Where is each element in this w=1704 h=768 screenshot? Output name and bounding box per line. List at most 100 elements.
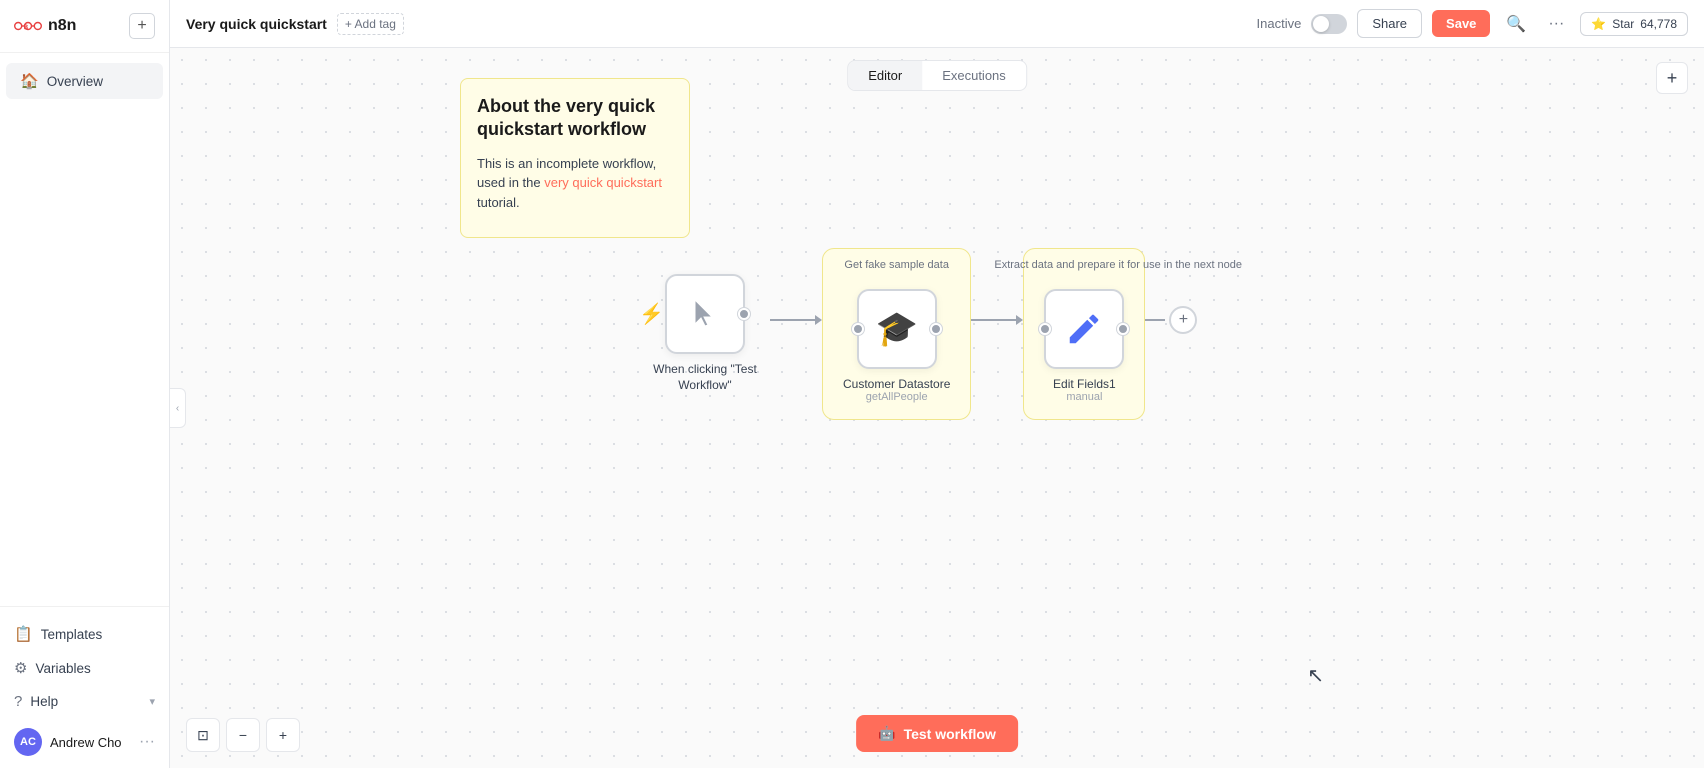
cursor-icon [687,296,723,332]
customer-datastore-node[interactable]: 🎓 [857,289,937,369]
topbar-right: Inactive Share Save 🔍 ··· ⭐ Star 64,778 [1257,9,1688,38]
sidebar-item-variables-label: Variables [35,661,90,676]
connector-arrow-1 [815,315,822,325]
add-tag-button[interactable]: + Add tag [337,13,404,35]
logo-text: n8n [48,17,76,35]
node-group-1-label: Get fake sample data [844,259,949,271]
edit-fields1-sublabel: manual [1066,391,1102,403]
lightning-icon: ⚡ [639,302,664,327]
edit-fields1-node[interactable] [1044,289,1124,369]
github-star-button[interactable]: ⭐ Star 64,778 [1580,12,1688,36]
user-more-button[interactable]: ··· [139,733,155,751]
help-chevron-icon: ▾ [149,695,155,708]
zoom-in-button[interactable]: + [266,718,300,752]
overview-icon: 🏠 [20,72,39,90]
search-button[interactable]: 🔍 [1500,10,1532,38]
trigger-node[interactable]: ⚡ [665,274,745,354]
tab-bar: Editor Executions [847,60,1027,91]
bottom-toolbar: ⊡ − + [186,718,300,752]
topbar-left: Very quick quickstart + Add tag [186,13,404,35]
sidebar-item-help[interactable]: ? Help ▾ [14,685,155,718]
connector-line-1 [770,319,815,321]
variables-icon: ⚙ [14,659,27,677]
active-toggle[interactable] [1311,14,1347,34]
sidebar-item-help-label: Help [30,694,58,709]
test-workflow-label: Test workflow [904,726,996,742]
connector-3: + [1145,306,1197,334]
workflow-nodes: ⚡ When clicking "Test Workflow" Get fake… [640,248,1197,420]
sidebar: 8 n8n + 🏠 Overview 📋 Templates ⚙ Variabl… [0,0,170,768]
add-end-node-button[interactable]: + [1169,306,1197,334]
main-area: Very quick quickstart + Add tag Inactive… [170,0,1704,768]
github-icon: ⭐ [1591,17,1606,31]
workflow-title: Very quick quickstart [186,16,327,32]
zoom-out-icon: − [239,727,247,743]
cursor-indicator: ↖ [1307,663,1324,688]
node-group-2-label: Extract data and prepare it for use in t… [994,259,1174,271]
connector-line-3 [1145,319,1165,321]
connector-1 [770,315,822,325]
collapse-sidebar-button[interactable]: ‹ [170,388,186,428]
info-card: About the very quick quickstart workflow… [460,78,690,238]
sidebar-item-overview-label: Overview [47,74,103,89]
trigger-node-label: When clicking "Test Workflow" [640,362,770,393]
github-star-label: Star [1612,17,1634,31]
info-card-body-suffix: tutorial. [477,195,520,210]
workflow-canvas[interactable]: Editor Executions + ‹ About the very qui… [170,48,1704,768]
zoom-out-button[interactable]: − [226,718,260,752]
user-info: AC Andrew Cho [14,728,122,756]
sidebar-nav: 🏠 Overview [0,53,169,606]
customer-datastore-input-dot [852,323,864,335]
test-workflow-button[interactable]: 🤖 Test workflow [856,715,1018,752]
save-button[interactable]: Save [1432,10,1490,37]
trigger-node-output-dot [738,308,750,320]
sidebar-footer: 📋 Templates ⚙ Variables ? Help ▾ AC Andr… [0,606,169,768]
test-workflow-icon: 🤖 [878,725,895,742]
share-button[interactable]: Share [1357,9,1422,38]
info-card-title: About the very quick quickstart workflow [477,95,673,142]
info-card-wrapper: About the very quick quickstart workflow… [460,78,750,238]
user-name: Andrew Cho [50,735,122,750]
user-avatar: AC [14,728,42,756]
customer-datastore-node-wrapper: 🎓 Customer Datastore getAllPeople [843,289,950,403]
add-node-corner-button[interactable]: + [1656,62,1688,94]
help-icon: ? [14,693,22,710]
node-group-1: Get fake sample data 🎓 Customer Datastor… [822,248,971,420]
info-card-body: This is an incomplete workflow, used in … [477,154,673,213]
edit-fields-node-wrapper: Edit Fields1 manual [1044,289,1124,403]
edit-fields1-label: Edit Fields1 [1053,377,1116,391]
edit-fields1-output-dot [1117,323,1129,335]
pencil-icon [1065,310,1103,348]
info-card-link[interactable]: very quick quickstart [544,175,662,190]
customer-datastore-output-dot [930,323,942,335]
zoom-in-icon: + [279,727,287,743]
sidebar-item-overview[interactable]: 🏠 Overview [6,63,163,99]
fit-view-button[interactable]: ⊡ [186,718,220,752]
sidebar-add-button[interactable]: + [129,13,155,39]
inactive-label: Inactive [1257,16,1302,31]
sidebar-header: 8 n8n + [0,0,169,53]
connector-arrow-2 [1016,315,1023,325]
node-group-2: Extract data and prepare it for use in t… [1023,248,1145,420]
edit-fields1-input-dot [1039,323,1051,335]
tab-editor[interactable]: Editor [848,61,922,90]
customer-datastore-label: Customer Datastore [843,377,950,391]
sidebar-item-templates-label: Templates [41,627,103,642]
connector-2 [971,315,1023,325]
topbar: Very quick quickstart + Add tag Inactive… [170,0,1704,48]
n8n-logo-icon: 8 [14,12,42,40]
github-star-count: 64,778 [1640,17,1677,31]
trigger-node-wrapper: ⚡ When clicking "Test Workflow" [640,274,770,393]
logo: 8 n8n [14,12,76,40]
sidebar-item-variables[interactable]: ⚙ Variables [14,651,155,685]
fit-view-icon: ⊡ [197,727,209,744]
toggle-knob [1313,16,1329,32]
tab-executions[interactable]: Executions [922,61,1026,90]
sidebar-item-templates[interactable]: 📋 Templates [14,617,155,651]
customer-datastore-sublabel: getAllPeople [866,391,928,403]
more-options-button[interactable]: ··· [1542,11,1570,37]
svg-text:8: 8 [24,23,29,32]
connector-line-2 [971,319,1016,321]
templates-icon: 📋 [14,625,33,643]
user-row: AC Andrew Cho ··· [14,718,155,758]
